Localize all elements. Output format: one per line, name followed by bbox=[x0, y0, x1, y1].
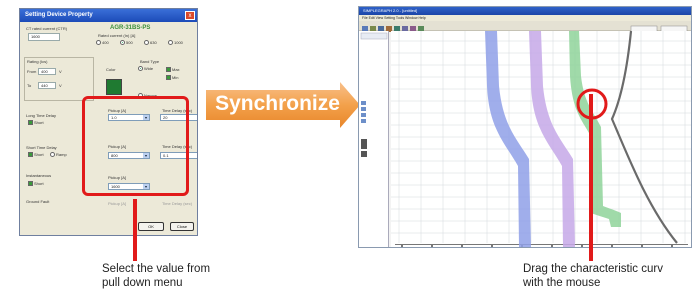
left-callout-pointer bbox=[133, 199, 137, 261]
left-caption: Select the value from pull down menu bbox=[102, 262, 210, 289]
left-caption-line2: pull down menu bbox=[102, 277, 183, 289]
right-caption: Drag the characteristic curv with the mo… bbox=[523, 262, 663, 289]
right-caption-line1: Drag the characteristic curv bbox=[523, 263, 663, 275]
left-caption-line1: Select the value from bbox=[102, 263, 211, 275]
callout-pointers bbox=[133, 94, 593, 261]
right-caption-line2: with the mouse bbox=[523, 277, 601, 289]
right-callout-pointer bbox=[589, 94, 593, 261]
